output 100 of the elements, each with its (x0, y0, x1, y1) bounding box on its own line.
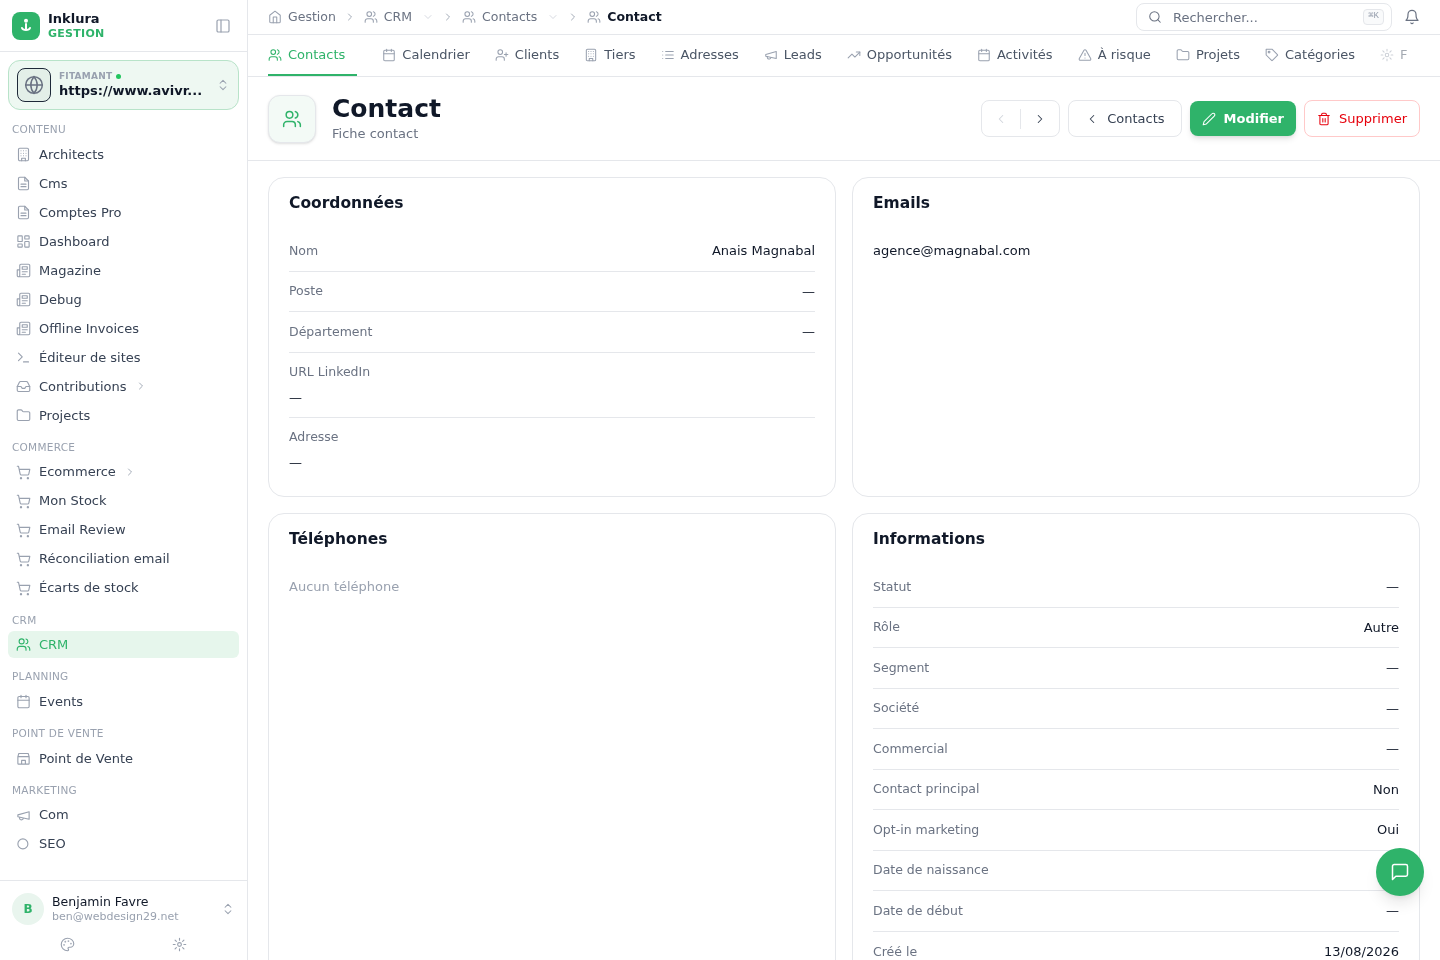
field-value: Anais Magnabal (711, 242, 815, 261)
field-label: Segment (873, 658, 930, 677)
sidebar-item[interactable]: Ecommerce (8, 458, 239, 486)
shortcut-hint: ⌘K (1363, 9, 1384, 25)
nav-tab[interactable]: Leads (763, 35, 822, 76)
theme-button[interactable] (60, 937, 76, 952)
user-avatar: B (12, 893, 44, 925)
field-value: — (289, 453, 302, 472)
cart-icon (16, 493, 31, 509)
cart-icon (16, 522, 31, 538)
field-value: Autre (1363, 618, 1399, 637)
notifications-button[interactable] (1404, 9, 1420, 25)
field-label: Nom (289, 241, 319, 260)
cart-icon (16, 580, 31, 596)
calendar-icon (976, 47, 991, 62)
dashboard-icon (16, 233, 31, 249)
breadcrumb-link[interactable]: Gestion (268, 7, 336, 27)
sidebar-item[interactable]: Mon Stock (8, 487, 239, 515)
sidebar-item[interactable]: Offline Invoices (8, 314, 239, 342)
users-icon (268, 47, 282, 62)
workspace-url: https://www.avivr... (59, 82, 203, 99)
card-title: Coordonnées (289, 193, 404, 214)
nav-tab[interactable]: Clients (494, 35, 560, 76)
sidebar-item[interactable]: Events (8, 688, 239, 715)
section-heading: PLANNING (11, 669, 70, 685)
field-label: Opt-in marketing (873, 820, 980, 839)
newspaper-icon (16, 320, 31, 336)
field-label: Société (873, 699, 920, 718)
app-logo (12, 11, 40, 40)
store-icon (16, 750, 31, 766)
cart-icon (16, 464, 31, 480)
user-email: ben@webdesign29.net (52, 909, 179, 924)
field-value: 13/08/2026 (1324, 943, 1399, 960)
nav-tab[interactable]: Tiers (584, 35, 636, 76)
globe-icon (24, 75, 44, 95)
sidebar-item[interactable]: SEO (8, 830, 239, 858)
sidebar-item[interactable]: Debug (8, 285, 239, 313)
sidebar-item[interactable]: Cms (8, 169, 239, 197)
nav-tab[interactable]: À risque (1077, 35, 1151, 76)
card-title: Téléphones (289, 529, 388, 550)
sidebar-item[interactable]: Com (8, 801, 239, 829)
users-icon (16, 637, 31, 653)
delete-button[interactable]: Supprimer (1304, 100, 1420, 137)
sidebar-item[interactable]: Dashboard (8, 227, 239, 255)
field-value: — (1386, 578, 1399, 597)
breadcrumb-link[interactable]: Contacts (462, 7, 560, 27)
sidebar-item[interactable]: Point de Vente (8, 744, 239, 772)
card-title: Emails (873, 193, 931, 214)
section-heading: MARKETING (11, 782, 78, 798)
field-value: — (289, 388, 302, 407)
field-value: — (1386, 740, 1399, 759)
field-label: Poste (289, 282, 323, 301)
bell-icon (1404, 9, 1420, 25)
field-value: — (1386, 659, 1399, 678)
sidebar-item[interactable]: Architects (8, 140, 239, 168)
sidebar-item[interactable]: Réconciliation email (8, 545, 239, 573)
nav-tab[interactable]: Calendrier (382, 35, 470, 76)
nav-tab[interactable]: Adresses (660, 35, 739, 76)
breadcrumb-link[interactable]: Contact (587, 7, 662, 27)
users-icon (363, 10, 378, 24)
field-value: Non (1373, 780, 1399, 799)
field-label: Contact principal (873, 780, 980, 799)
workspace-switcher[interactable]: FITAMANT https://www.avivr... (8, 60, 239, 110)
field-label: Rôle (873, 618, 900, 637)
terminal-icon (16, 349, 31, 365)
sidebar-item[interactable]: Écarts de stock (8, 574, 239, 602)
nav-tab[interactable]: Projets (1175, 35, 1240, 76)
chat-icon (1390, 862, 1410, 882)
nav-tab[interactable]: Activités (976, 35, 1053, 76)
users-icon (282, 108, 302, 129)
sidebar-item[interactable]: Comptes Pro (8, 198, 239, 226)
field-label: URL LinkedIn (289, 362, 371, 381)
warning-icon (1077, 47, 1092, 62)
sidebar-item[interactable]: Contributions (8, 372, 239, 400)
field-label: Créé le (873, 942, 918, 960)
brand-subtitle: GESTION (48, 26, 105, 41)
breadcrumb-link[interactable]: CRM (363, 7, 435, 27)
search-icon (16, 836, 31, 852)
section-heading: COMMERCE (11, 439, 77, 455)
newspaper-icon (16, 291, 31, 307)
sidebar-item[interactable]: Email Review (8, 516, 239, 544)
field-label: Date de début (873, 901, 963, 920)
home-icon (268, 10, 282, 24)
document-icon (16, 204, 31, 220)
sidebar-item[interactable]: Projects (8, 401, 239, 429)
document-icon (16, 175, 31, 191)
card-title: Informations (873, 529, 986, 550)
sidebar-toggle-icon (215, 17, 231, 34)
user-name: Benjamin Favre (52, 894, 150, 910)
nav-tab[interactable]: Catégories (1265, 35, 1356, 76)
user-plus-icon (494, 47, 509, 62)
nav-tab[interactable]: Opportunités (846, 35, 952, 76)
search-icon (1148, 10, 1162, 24)
sidebar-item[interactable]: Éditeur de sites (8, 343, 239, 371)
back-button[interactable]: Contacts (1068, 100, 1182, 137)
trash-icon (1317, 111, 1332, 126)
folder-icon (16, 407, 31, 423)
calendar-icon (16, 694, 31, 709)
field-label: Statut (873, 577, 912, 596)
sidebar-item[interactable]: Magazine (8, 256, 239, 284)
